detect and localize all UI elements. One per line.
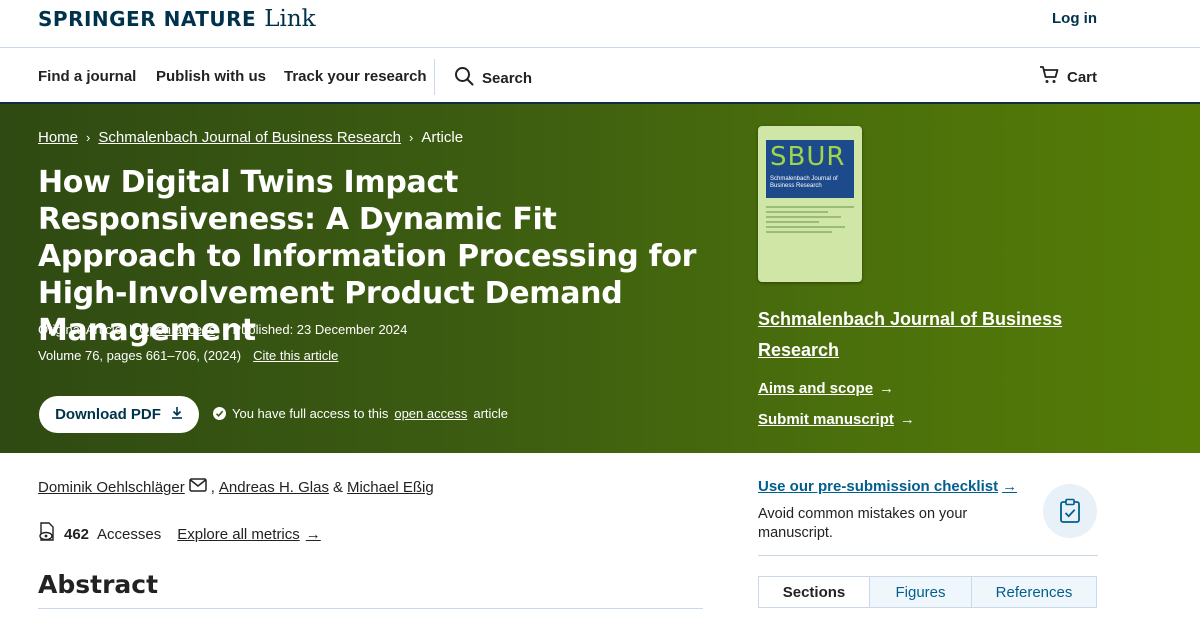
clipboard-check-icon xyxy=(1043,484,1097,538)
download-icon xyxy=(171,406,183,423)
access-open-access-link[interactable]: open access xyxy=(394,406,467,421)
access-suffix: article xyxy=(473,406,509,421)
meta-separator: | xyxy=(222,322,226,337)
download-pdf-button[interactable]: Download PDF xyxy=(39,396,199,433)
open-access-link[interactable]: Open access xyxy=(139,322,215,337)
arrow-right-icon: → xyxy=(305,525,321,543)
volume-info: Volume 76, pages 661–706, (2024) xyxy=(38,348,242,363)
checklist-description: Avoid common mistakes on your manuscript… xyxy=(758,506,968,541)
breadcrumb-home[interactable]: Home xyxy=(38,129,78,146)
login-link[interactable]: Log in xyxy=(1052,10,1097,27)
tab-sections[interactable]: Sections xyxy=(759,577,869,607)
aims-scope-link[interactable]: Aims and scope → xyxy=(758,380,894,397)
author-separator: & xyxy=(332,478,343,496)
author-link[interactable]: Dominik Oehlschläger xyxy=(38,479,185,496)
article-nav-tabs: Sections Figures References xyxy=(758,576,1097,608)
brand-primary: SPRINGER NATURE xyxy=(38,7,257,31)
search-button[interactable]: Search xyxy=(454,66,532,90)
abstract-heading: Abstract xyxy=(38,570,159,599)
sidebar-divider xyxy=(758,555,1098,556)
aims-scope-label: Aims and scope xyxy=(758,380,874,397)
cover-text-lines xyxy=(766,206,854,236)
accesses-count: 462 xyxy=(64,525,90,543)
author-list: Dominik Oehlschläger , Andreas H. Glas &… xyxy=(38,478,434,496)
breadcrumb-current: Article xyxy=(421,129,464,146)
article-metrics: 462 Accesses Explore all metrics → xyxy=(38,522,321,546)
tab-figures[interactable]: Figures xyxy=(869,577,971,607)
check-circle-icon xyxy=(213,407,226,420)
nav-track-research[interactable]: Track your research xyxy=(284,68,427,85)
search-icon xyxy=(454,66,474,90)
cart-icon xyxy=(1039,66,1059,88)
author-separator: , xyxy=(210,478,215,496)
accesses-label: Accesses xyxy=(97,525,162,543)
submit-manuscript-label: Submit manuscript xyxy=(758,411,894,428)
mail-icon[interactable] xyxy=(188,478,207,496)
author-link[interactable]: Andreas H. Glas xyxy=(219,479,329,496)
cart-button[interactable]: Cart xyxy=(1039,66,1097,88)
cover-logo: SBUR xyxy=(770,142,846,172)
tab-references[interactable]: References xyxy=(971,577,1096,607)
article-volume-row: Volume 76, pages 661–706, (2024) Cite th… xyxy=(38,348,338,363)
journal-title-link[interactable]: Schmalenbach Journal of Business Researc… xyxy=(758,304,1078,366)
accesses-icon xyxy=(38,522,56,546)
nav-divider xyxy=(434,59,435,95)
cart-label: Cart xyxy=(1066,68,1097,86)
journal-cover-image[interactable]: SBUR Schmalenbach Journal of Business Re… xyxy=(758,126,862,282)
submit-manuscript-link[interactable]: Submit manuscript → xyxy=(758,411,915,428)
cover-subtitle: Schmalenbach Journal of Business Researc… xyxy=(770,176,838,189)
author-link[interactable]: Michael Eßig xyxy=(347,479,434,496)
arrow-right-icon: → xyxy=(1002,478,1018,495)
article-meta: Original Article | Open access | Publish… xyxy=(38,322,407,337)
explore-metrics-link[interactable]: Explore all metrics → xyxy=(177,526,321,543)
breadcrumb: Home › Schmalenbach Journal of Business … xyxy=(38,129,463,146)
explore-metrics-label: Explore all metrics xyxy=(177,525,300,543)
springer-nature-link-logo[interactable]: SPRINGER NATURE Link xyxy=(38,6,316,32)
nav-find-journal[interactable]: Find a journal xyxy=(38,68,136,85)
abstract-divider xyxy=(38,608,703,609)
chevron-right-icon: › xyxy=(409,130,414,145)
nav-publish-with-us[interactable]: Publish with us xyxy=(156,68,266,85)
cite-article-link[interactable]: Cite this article xyxy=(253,348,338,363)
arrow-right-icon: → xyxy=(879,380,895,397)
download-pdf-label: Download PDF xyxy=(55,406,161,423)
top-bar: SPRINGER NATURE Link Log in xyxy=(0,0,1200,48)
search-label: Search xyxy=(482,69,533,87)
chevron-right-icon: › xyxy=(86,130,91,145)
access-note: You have full access to this open access… xyxy=(213,406,508,421)
breadcrumb-journal[interactable]: Schmalenbach Journal of Business Researc… xyxy=(98,129,401,146)
main-nav: Find a journal Publish with us Track you… xyxy=(0,49,1200,104)
article-hero: Home › Schmalenbach Journal of Business … xyxy=(0,104,1200,453)
access-prefix: You have full access to this xyxy=(232,406,389,421)
checklist-link-label: Use our pre-submission checklist xyxy=(758,478,999,495)
published-date: Published: 23 December 2024 xyxy=(232,322,408,337)
brand-secondary: Link xyxy=(264,6,316,32)
meta-separator: | xyxy=(128,322,133,337)
presubmission-checklist-link[interactable]: Use our pre-submission checklist → xyxy=(758,478,1017,495)
cover-banner: SBUR Schmalenbach Journal of Business Re… xyxy=(766,140,854,198)
article-type: Original Article xyxy=(38,322,122,337)
arrow-right-icon: → xyxy=(899,411,915,428)
